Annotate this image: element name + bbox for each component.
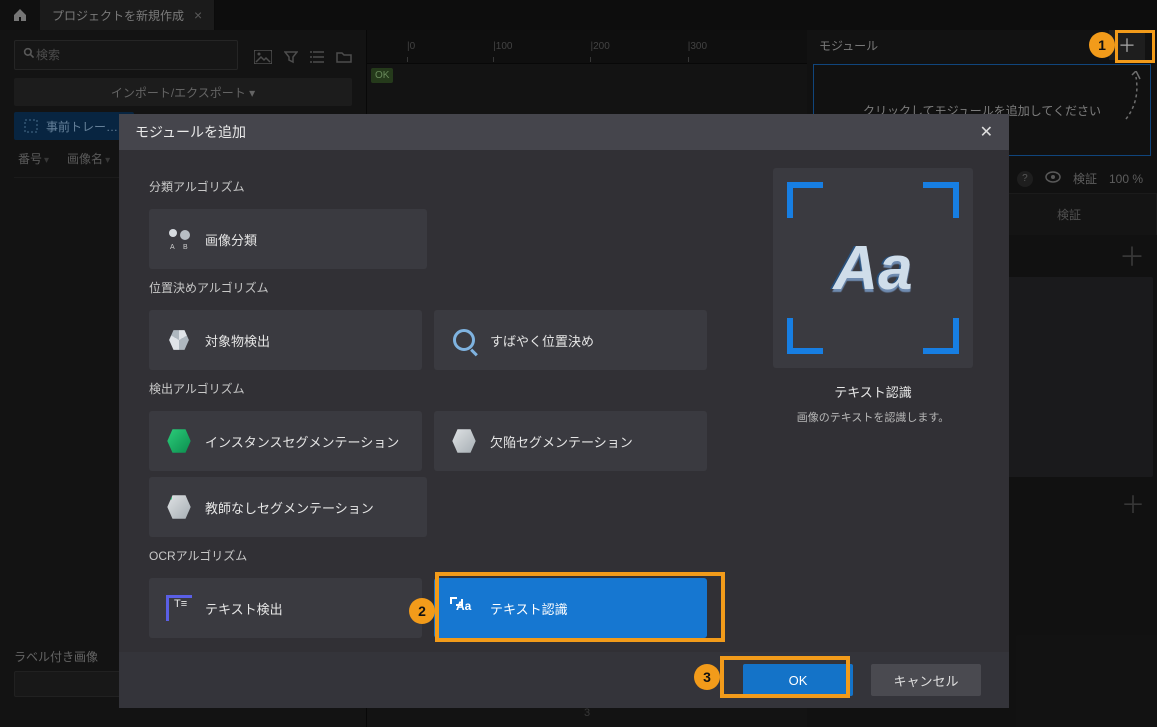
- cancel-label: キャンセル: [893, 671, 958, 690]
- tile-text-recognition[interactable]: Aa テキスト認識: [434, 578, 707, 638]
- tile-label: 教師なしセグメンテーション: [205, 498, 374, 517]
- tile-label: すばやく位置決め: [490, 331, 594, 350]
- tile-image-classification[interactable]: AB 画像分類: [149, 209, 427, 269]
- hex-grey-icon: [450, 427, 478, 455]
- hex-icon: [165, 326, 193, 354]
- callout-1: 1: [1089, 32, 1115, 58]
- tile-defect-segmentation[interactable]: 欠陥セグメンテーション: [434, 411, 707, 471]
- category-positioning: 位置決めアルゴリズム: [149, 279, 707, 296]
- preview-title: テキスト認識: [767, 382, 979, 401]
- ok-label: OK: [789, 673, 808, 688]
- callout-2: 2: [409, 598, 435, 624]
- preview-description: 画像のテキストを認識します。: [767, 409, 979, 425]
- close-icon[interactable]: ✕: [980, 122, 993, 142]
- callout-3: 3: [694, 664, 720, 690]
- tile-label: 欠陥セグメンテーション: [490, 432, 633, 451]
- category-ocr: OCRアルゴリズム: [149, 547, 707, 564]
- add-module-modal: モジュールを追加 ✕ 分類アルゴリズム AB 画像分類 位置決めアルゴリズム 対…: [119, 114, 1009, 708]
- tile-label: インスタンスセグメンテーション: [205, 432, 399, 451]
- hex-grey-dot-icon: [165, 493, 193, 521]
- preview-glyph: Aa: [833, 233, 912, 304]
- tile-label: 画像分類: [205, 230, 257, 249]
- category-classification: 分類アルゴリズム: [149, 178, 707, 195]
- category-detection: 検出アルゴリズム: [149, 380, 707, 397]
- cancel-button[interactable]: キャンセル: [871, 664, 981, 696]
- tile-fast-positioning[interactable]: すばやく位置決め: [434, 310, 707, 370]
- tile-object-detection[interactable]: 対象物検出: [149, 310, 422, 370]
- preview-box: Aa: [773, 168, 973, 368]
- hex-green-icon: [165, 427, 193, 455]
- text-recog-icon: Aa: [450, 594, 478, 622]
- tile-label: 対象物検出: [205, 331, 270, 350]
- modal-title: モジュールを追加: [135, 122, 246, 142]
- tile-text-detection[interactable]: テキスト検出: [149, 578, 422, 638]
- svg-text:B: B: [183, 244, 188, 251]
- magnifier-icon: [450, 326, 478, 354]
- ok-button[interactable]: OK: [743, 664, 853, 696]
- svg-text:A: A: [170, 244, 175, 251]
- tile-label: テキスト認識: [490, 599, 568, 618]
- text-detect-icon: [165, 594, 193, 622]
- tile-unsupervised-segmentation[interactable]: 教師なしセグメンテーション: [149, 477, 427, 537]
- bolt-pair-icon: AB: [165, 225, 193, 253]
- tile-label: テキスト検出: [205, 599, 283, 618]
- tile-instance-segmentation[interactable]: インスタンスセグメンテーション: [149, 411, 422, 471]
